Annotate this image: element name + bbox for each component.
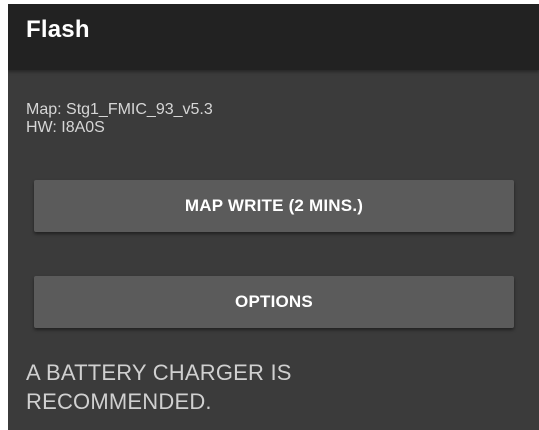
notice-line-1: A BATTERY CHARGER IS bbox=[26, 360, 292, 385]
title-bar: Flash bbox=[8, 4, 539, 70]
hardware-text: HW: I8A0S bbox=[26, 119, 105, 136]
map-version-text: Map: Stg1_FMIC_93_v5.3 bbox=[26, 101, 213, 118]
map-write-button[interactable]: MAP WRITE (2 MINS.) bbox=[34, 180, 514, 232]
notice-line-2: RECOMMENDED. bbox=[26, 389, 212, 414]
device-info: Map: Stg1_FMIC_93_v5.3 HW: I8A0S bbox=[26, 101, 213, 137]
options-button[interactable]: OPTIONS bbox=[34, 276, 514, 328]
flash-screen: Flash Map: Stg1_FMIC_93_v5.3 HW: I8A0S M… bbox=[8, 4, 539, 430]
battery-charger-notice: A BATTERY CHARGER IS RECOMMENDED. bbox=[26, 358, 506, 416]
page-title: Flash bbox=[26, 16, 90, 43]
